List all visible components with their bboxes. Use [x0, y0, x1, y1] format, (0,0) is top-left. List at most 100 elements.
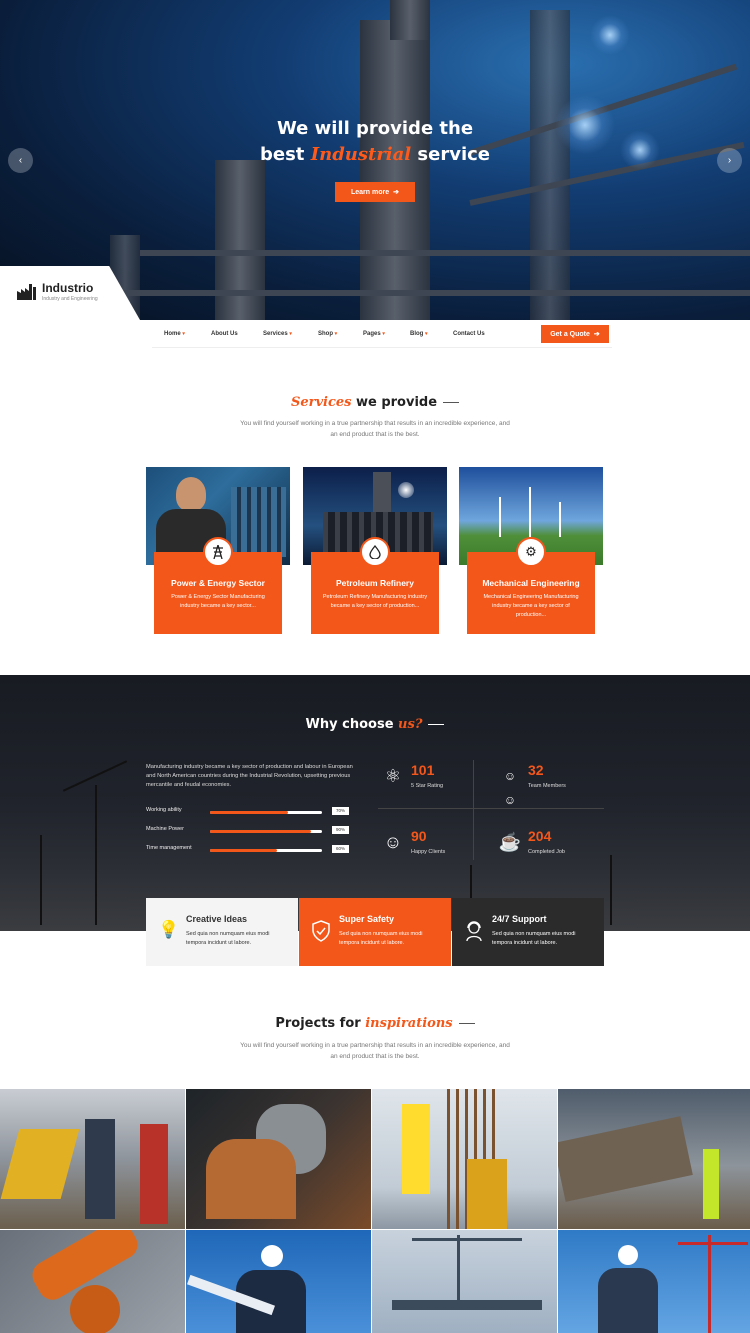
wind-turbine	[95, 785, 97, 925]
project-card[interactable]	[0, 1230, 185, 1333]
brand-name: Industrio	[42, 281, 94, 295]
skill-percent: 60%	[332, 845, 349, 853]
feature-support[interactable]: 24/7 Support Sed quia non numquam eius m…	[452, 898, 604, 966]
wind-turbine	[499, 497, 501, 537]
skill-bar	[210, 849, 322, 852]
worker	[140, 1124, 168, 1224]
service-card-title: Petroleum Refinery	[336, 578, 414, 588]
project-card[interactable]	[372, 1230, 557, 1333]
wind-turbine	[529, 487, 531, 537]
learn-more-button[interactable]: Learn more ➔	[335, 182, 415, 202]
project-card[interactable]	[186, 1089, 371, 1229]
hero-slider: We will provide the best Industrial serv…	[0, 0, 750, 320]
hero-title-post: service	[411, 144, 490, 165]
project-card[interactable]	[372, 1089, 557, 1229]
slider-next-button[interactable]: ›	[717, 148, 742, 173]
hero-title-line2: best Industrial service	[0, 142, 750, 168]
stat-number: 90	[411, 828, 427, 844]
feature-desc: Sed quia non numquam eius modi tempora i…	[186, 931, 270, 946]
feature-title: Creative Ideas	[186, 914, 248, 924]
projects-title: Projects for inspirations	[0, 1016, 750, 1031]
chevron-left-icon: ‹	[18, 155, 23, 166]
nav-item-label: Services	[263, 331, 288, 337]
robot-joint	[70, 1285, 120, 1333]
client-icon: ☺	[383, 832, 403, 852]
caret-down-icon: ▾	[425, 331, 428, 337]
stat-number: 32	[528, 762, 544, 778]
nav-item-about[interactable]: About Us	[211, 331, 238, 337]
hard-hat	[261, 1245, 283, 1267]
crane-mast	[708, 1235, 711, 1333]
stat-rating: ⚛ 101 5 Star Rating	[381, 762, 481, 802]
worker-body	[206, 1139, 296, 1219]
crane-mast	[457, 1235, 460, 1305]
get-quote-label: Get a Quote	[550, 330, 590, 338]
wind-turbine	[610, 855, 612, 925]
projects-title-accent: inspirations	[365, 1016, 453, 1031]
hero-title-line1: We will provide the	[276, 118, 474, 139]
worker	[402, 1104, 430, 1194]
service-card-desc: Petroleum Refinery Manufacturing industr…	[322, 594, 428, 609]
arrow-right-icon: ➔	[393, 189, 399, 196]
project-card[interactable]	[558, 1089, 750, 1229]
caret-down-icon: ▾	[182, 331, 185, 337]
atom-icon: ⚛	[384, 766, 402, 786]
skill-label: Working ability	[146, 807, 182, 813]
lightbulb-icon: 💡	[158, 920, 180, 939]
slider-prev-button[interactable]: ‹	[8, 148, 33, 173]
nav-item-home[interactable]: Home ▾	[164, 331, 185, 337]
feature-creative-ideas[interactable]: 💡 Creative Ideas Sed quia non numquam ei…	[146, 898, 298, 966]
skill-bar-fill	[210, 830, 311, 833]
nav-item-label: Contact Us	[453, 331, 485, 337]
bridge-beam	[392, 1300, 542, 1310]
why-title-text: Why choose	[305, 717, 399, 732]
hero-title-pre: best	[260, 144, 311, 165]
refinery-pipe	[140, 250, 750, 256]
coffee-cup-icon: ☕	[498, 832, 522, 852]
worker	[85, 1119, 115, 1219]
nav-item-services[interactable]: Services ▾	[263, 331, 292, 337]
skill-bar-fill	[210, 811, 289, 814]
feature-super-safety[interactable]: Super Safety Sed quia non numquam eius m…	[299, 898, 451, 966]
excavator-bucket	[558, 1116, 693, 1202]
project-card[interactable]	[558, 1230, 750, 1333]
skill-label: Machine Power	[146, 826, 184, 832]
worker-head	[176, 477, 206, 511]
stat-number: 101	[411, 762, 435, 778]
shield-check-icon	[311, 920, 331, 942]
skill-bar	[210, 811, 322, 814]
nav-item-blog[interactable]: Blog ▾	[410, 331, 428, 337]
refinery-tower	[360, 20, 430, 320]
project-card[interactable]	[186, 1230, 371, 1333]
nav-item-label: Home	[164, 331, 181, 337]
nav-item-contact[interactable]: Contact Us	[453, 331, 485, 337]
why-title-accent: us?	[398, 717, 423, 732]
stat-number: 204	[528, 828, 552, 844]
nav-item-pages[interactable]: Pages ▾	[363, 331, 385, 337]
crane-jib	[412, 1238, 522, 1241]
skill-working-ability: Working ability 70%	[146, 807, 351, 817]
services-title-rest: we provide	[351, 395, 438, 410]
feature-title: Super Safety	[339, 914, 395, 924]
services-subtitle: You will find yourself working in a true…	[240, 420, 510, 438]
oil-drop-icon	[360, 537, 390, 567]
stat-label: Team Members	[528, 783, 566, 789]
team-icon: ☺☺	[503, 769, 517, 807]
skill-machine-power: Machine Power 90%	[146, 826, 351, 836]
power-tower-icon	[203, 537, 233, 567]
nav-item-label: Shop	[318, 331, 333, 337]
crane-jib	[678, 1242, 748, 1245]
nav-item-label: Blog	[410, 331, 424, 337]
nav-item-shop[interactable]: Shop ▾	[318, 331, 337, 337]
stat-label: 5 Star Rating	[411, 783, 444, 789]
caret-down-icon: ▾	[289, 331, 292, 337]
stat-label: Completed Job	[528, 849, 565, 855]
project-card[interactable]	[0, 1089, 185, 1229]
feature-desc: Sed quia non numquam eius modi tempora i…	[339, 931, 423, 946]
projects-title-text: Projects for	[275, 1016, 366, 1031]
wind-turbine	[559, 502, 561, 537]
light-glow	[590, 15, 630, 55]
get-quote-button[interactable]: Get a Quote ➔	[541, 325, 609, 343]
skill-bar	[210, 830, 322, 833]
stat-clients: ☺ 90 Happy Clients	[381, 828, 481, 868]
